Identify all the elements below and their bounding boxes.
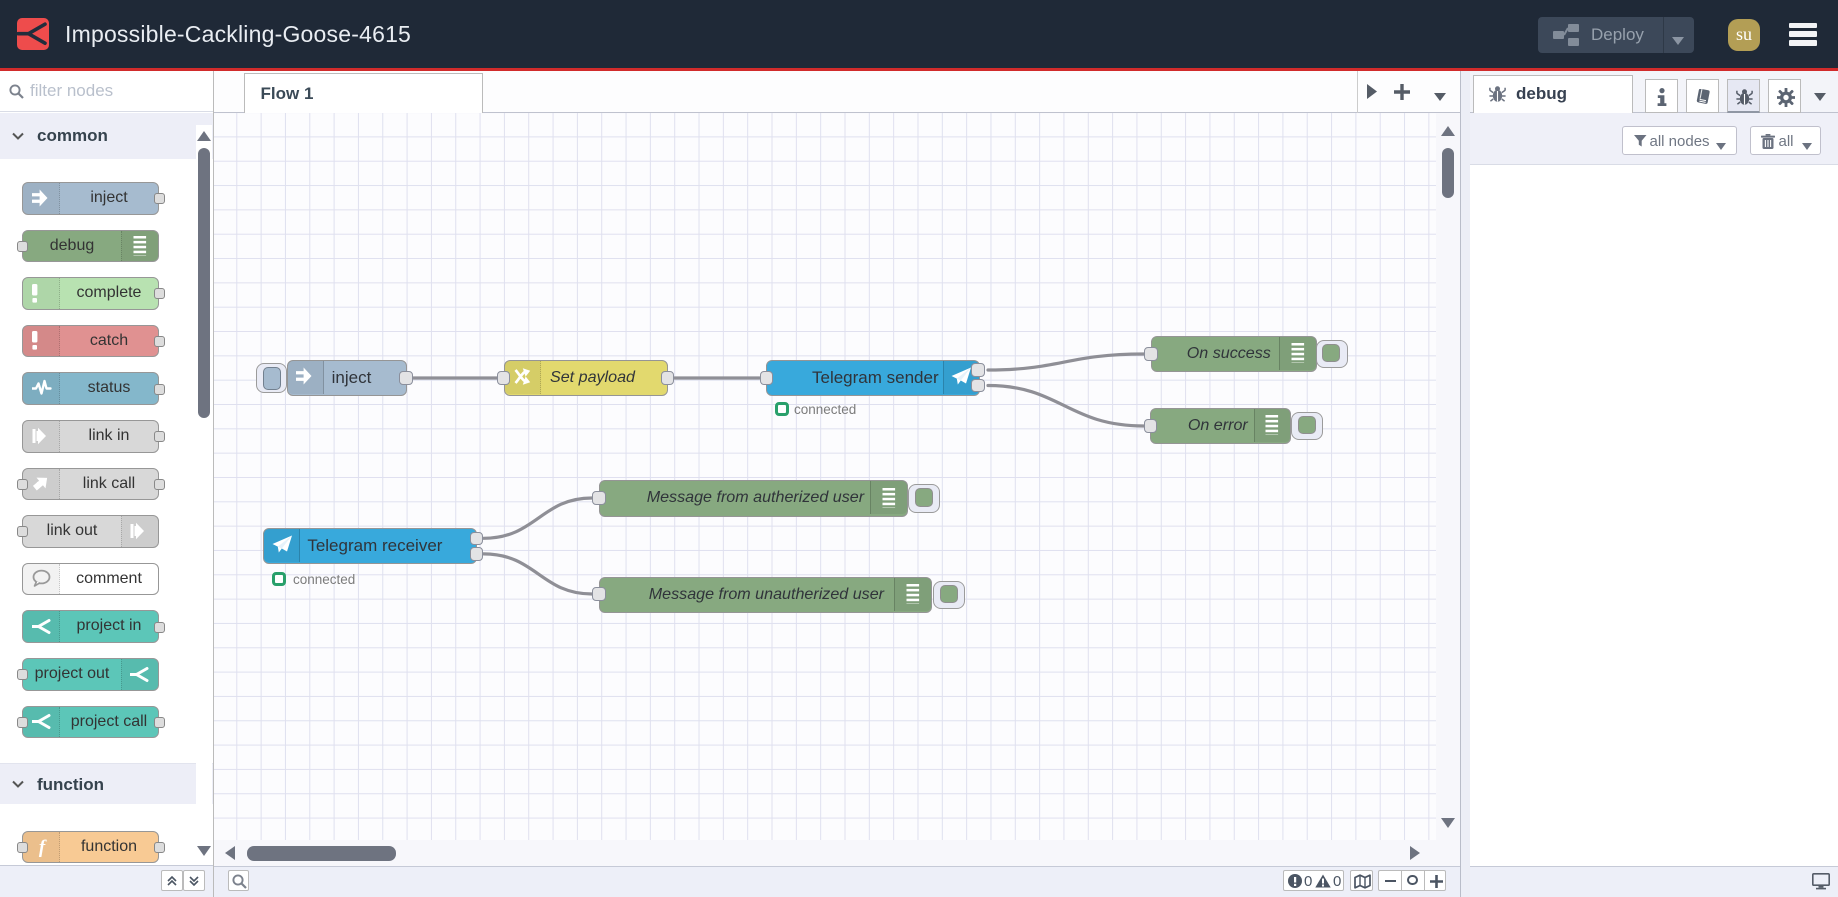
svg-text:f: f — [38, 837, 46, 857]
